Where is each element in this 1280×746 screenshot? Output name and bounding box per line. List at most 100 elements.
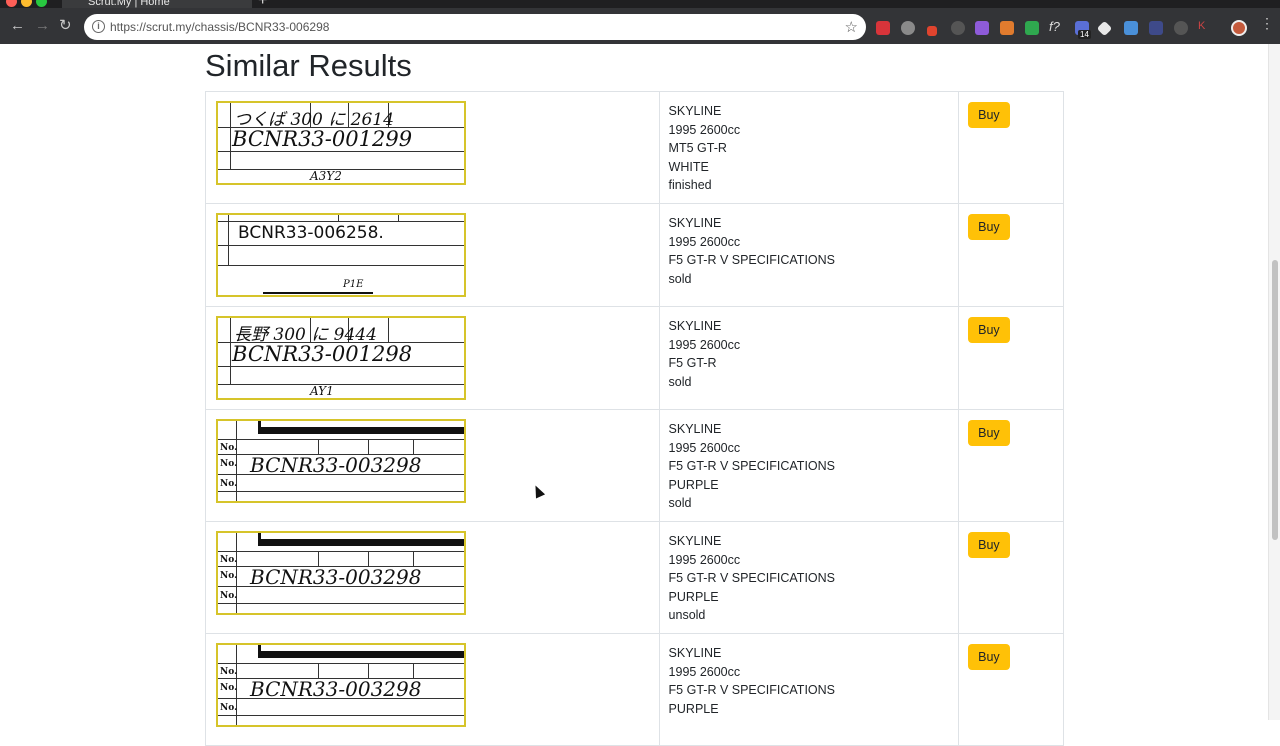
result-action-cell: Buy [958,409,1064,522]
document-chassis-text: BCNR33-001298 [232,342,413,366]
back-arrow-icon[interactable]: ← [10,17,25,35]
result-info-line: PURPLE [668,589,719,604]
result-info-line: sold [668,496,692,511]
buy-button[interactable]: Buy [968,102,1010,128]
result-info-line: SKYLINE [668,216,722,230]
result-row: 長野 300 に 9444 BCNR33-001298 AY1 SKYLINE 1995… [205,306,1064,410]
extension-function-icon[interactable]: f? [1049,19,1063,34]
result-action-cell: Buy [958,633,1064,746]
page-scrollbar[interactable] [1268,44,1280,720]
result-row: No. No. No. BCNR33-003298 SKYLINE 1995 2600cc… [205,633,1064,746]
result-info-line: PURPLE [668,701,719,716]
extension-camera-icon[interactable] [901,21,915,35]
document-chassis-text: BCNR33-001299 [232,127,413,151]
result-image-cell: No. No. No. BCNR33-003298 [205,521,660,634]
results-table: つくば 300 に 2614 BCNR33-001299 A3Y2 SKYLINE 19… [205,91,1064,746]
bookmark-star-icon[interactable]: ☆ [845,18,858,36]
result-image-cell: No. No. No. BCNR33-003298 [205,409,660,522]
result-info-line: F5 GT-R [668,356,717,371]
extension-badge-count: 14 [1078,30,1091,39]
result-image-cell: BCNR33-006258. P1E [205,203,660,307]
result-info-line: F5 GT-R V SPECIFICATIONS [668,253,836,268]
browser-toolbar: ← → ↻ i https://scrut.my/chassis/BCNR33-… [0,8,1280,44]
profile-avatar[interactable] [1231,20,1247,36]
result-info-line: F5 GT-R V SPECIFICATIONS [668,459,836,474]
result-action-cell: Buy [958,306,1064,410]
result-info-line: 1995 2600cc [668,337,741,352]
result-image-cell: 長野 300 に 9444 BCNR33-001298 AY1 [205,306,660,410]
result-info-line: 1995 2600cc [668,552,741,567]
result-info-line: sold [668,374,692,389]
result-image-cell: つくば 300 に 2614 BCNR33-001299 A3Y2 [205,91,660,204]
chassis-document-image: No. No. No. BCNR33-003298 [216,643,466,727]
extension-blue-icon[interactable] [1149,21,1163,35]
minimize-window-icon[interactable] [21,0,32,7]
result-image-cell: No. No. No. BCNR33-003298 [205,633,660,746]
result-info-line: SKYLINE [668,104,722,118]
result-row: つくば 300 に 2614 BCNR33-001299 A3Y2 SKYLINE 19… [205,91,1064,204]
buy-button[interactable]: Buy [968,532,1010,558]
document-chassis-text: BCNR33-003298 [250,677,422,701]
result-row: No. No. No. BCNR33-003298 SKYLINE 1995 2600cc… [205,409,1064,522]
document-chassis-text: BCNR33-003298 [250,565,422,589]
document-code-text: AY1 [310,384,334,398]
extension-drive-icon[interactable] [1025,21,1039,35]
result-info-line: F5 GT-R V SPECIFICATIONS [668,683,836,698]
chassis-document-image: No. No. No. BCNR33-003298 [216,419,466,503]
chassis-document-image: 長野 300 に 9444 BCNR33-001298 AY1 [216,316,466,400]
extension-gray-icon[interactable] [1174,21,1188,35]
result-info-cell: SKYLINE 1995 2600cc F5 GT-R V SPECIFICATIO… [658,633,960,746]
buy-button[interactable]: Buy [968,214,1010,240]
result-info-line: F5 GT-R V SPECIFICATIONS [668,571,836,586]
address-bar[interactable]: i https://scrut.my/chassis/BCNR33-006298… [84,14,866,40]
result-info-cell: SKYLINE 1995 2600cc MT5 GT-R WHITE finished [658,91,960,204]
result-info-line: 1995 2600cc [668,234,741,249]
forward-arrow-icon[interactable]: → [35,17,50,35]
extension-arrow-icon[interactable] [876,21,890,35]
result-info-line: sold [668,271,692,286]
result-action-cell: Buy [958,521,1064,634]
extension-window-icon[interactable] [1124,21,1138,35]
result-info-cell: SKYLINE 1995 2600cc F5 GT-R V SPECIFICATIO… [658,203,960,307]
extension-circle-icon[interactable] [951,21,965,35]
reload-icon[interactable]: ↻ [59,17,72,35]
extension-orange-icon[interactable] [1000,21,1014,35]
buy-button[interactable]: Buy [968,644,1010,670]
extension-purple-icon[interactable] [975,21,989,35]
close-window-icon[interactable] [6,0,17,7]
browser-tab[interactable]: Scrut.My | Home [62,0,252,8]
document-code-text: A3Y2 [310,169,342,183]
document-chassis-text: BCNR33-006258. [238,223,384,243]
buy-button[interactable]: Buy [968,420,1010,446]
result-info-line: SKYLINE [668,422,722,436]
document-code-text: P1E [343,279,364,290]
tab-title: Scrut.My | Home [88,0,170,8]
result-info-line: 1995 2600cc [668,664,741,679]
result-info-cell: SKYLINE 1995 2600cc F5 GT-R V SPECIFICATIO… [658,409,960,522]
chassis-document-image: BCNR33-006258. P1E [216,213,466,297]
extension-pen-icon[interactable] [927,26,937,36]
result-info-line: finished [668,178,712,193]
document-chassis-text: BCNR33-003298 [250,453,422,477]
chassis-document-image: つくば 300 に 2614 BCNR33-001299 A3Y2 [216,101,466,185]
browser-menu-icon[interactable]: ⋮ [1260,16,1274,30]
browser-tab-strip: Scrut.My | Home + [0,0,1280,9]
result-info-line: SKYLINE [668,646,722,660]
result-info-line: unsold [668,608,706,623]
result-info-line: PURPLE [668,477,719,492]
extension-k-icon[interactable]: K [1198,20,1212,34]
result-action-cell: Buy [958,203,1064,307]
chassis-document-image: No. No. No. BCNR33-003298 [216,531,466,615]
url-text[interactable]: https://scrut.my/chassis/BCNR33-006298 [110,20,329,34]
buy-button[interactable]: Buy [968,317,1010,343]
result-row: No. No. No. BCNR33-003298 SKYLINE 1995 2600cc… [205,521,1064,634]
extension-badge-icon[interactable]: 14 [1075,21,1091,39]
site-info-icon[interactable]: i [92,20,105,33]
result-info-line: SKYLINE [668,534,722,548]
result-info-line: MT5 GT-R [668,141,727,156]
maximize-window-icon[interactable] [36,0,47,7]
scrollbar-thumb[interactable] [1272,260,1278,540]
extension-diamond-icon[interactable] [1096,20,1113,37]
result-row: BCNR33-006258. P1E SKYLINE 1995 2600cc F5 GT… [205,203,1064,307]
result-info-line: 1995 2600cc [668,122,741,137]
